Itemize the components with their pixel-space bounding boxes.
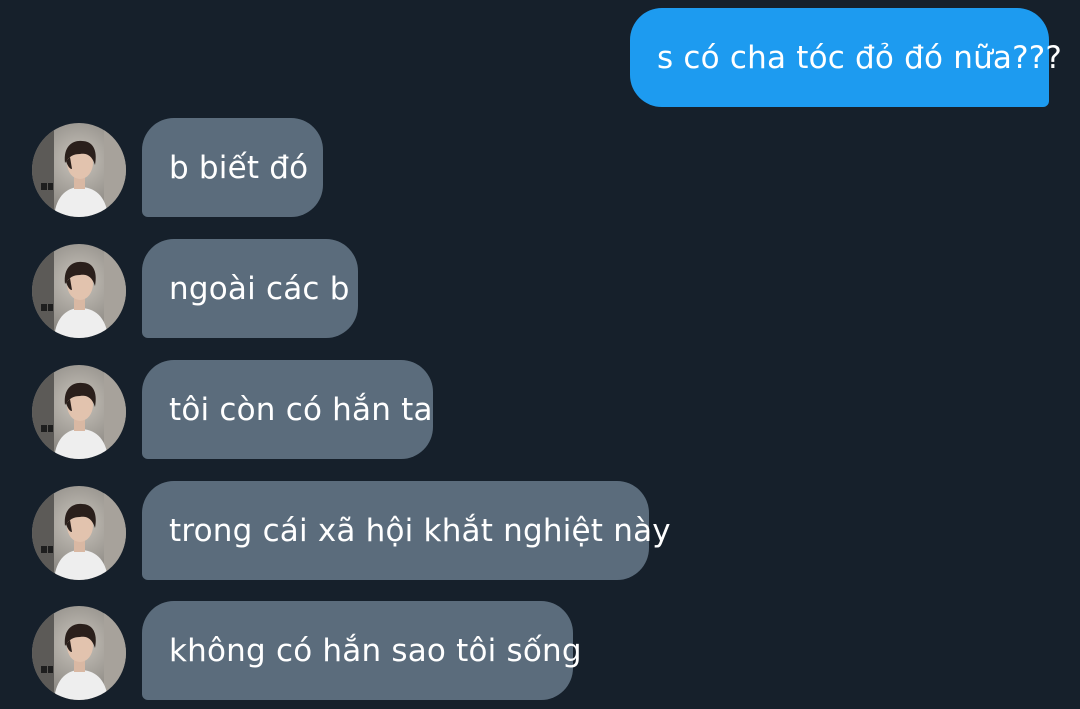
received-message-bubble[interactable]: tôi còn có hắn ta: [142, 360, 433, 459]
received-message-bubble[interactable]: ngoài các b: [142, 239, 358, 338]
message-text: không có hắn sao tôi sống: [169, 632, 582, 669]
received-message-bubble[interactable]: b biết đó: [142, 118, 323, 217]
contact-avatar[interactable]: [32, 123, 126, 217]
message-text: s có cha tóc đỏ đó nữa???: [657, 39, 1063, 76]
message-text: trong cái xã hội khắt nghiệt này: [169, 512, 671, 549]
message-text: tôi còn có hắn ta: [169, 391, 433, 428]
avatar-photo-icon: [32, 486, 126, 580]
contact-avatar[interactable]: [32, 486, 126, 580]
contact-avatar[interactable]: [32, 606, 126, 700]
received-message-bubble[interactable]: không có hắn sao tôi sống: [142, 601, 582, 700]
contact-avatar[interactable]: [32, 365, 126, 459]
avatar-photo-icon: [32, 244, 126, 338]
sent-message-bubble[interactable]: s có cha tóc đỏ đó nữa???: [630, 8, 1062, 107]
avatar-photo-icon: [32, 365, 126, 459]
message-text: b biết đó: [169, 149, 309, 186]
avatar-photo-icon: [32, 123, 126, 217]
avatar-photo-icon: [32, 606, 126, 700]
received-message-bubble[interactable]: trong cái xã hội khắt nghiệt này: [142, 481, 671, 580]
contact-avatar[interactable]: [32, 244, 126, 338]
chat-thread: s có cha tóc đỏ đó nữa??? b biết đó ngoà…: [0, 0, 1080, 709]
message-text: ngoài các b: [169, 270, 350, 307]
